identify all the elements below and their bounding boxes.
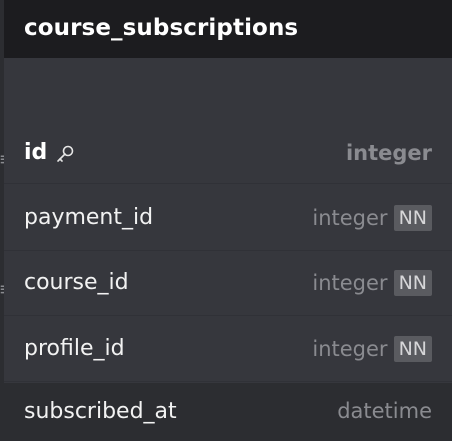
column-type: integer <box>345 140 432 165</box>
column-row-payment-id[interactable]: payment_id integer NN <box>4 185 452 251</box>
column-type: integer <box>312 270 388 295</box>
column-row-course-id[interactable]: course_id integer NN <box>4 250 452 316</box>
not-null-badge: NN <box>393 204 432 231</box>
table-card-course-subscriptions[interactable]: course_subscriptions id integer payment_… <box>4 0 452 424</box>
column-name: course_id <box>24 270 129 295</box>
column-type: datetime <box>337 399 432 423</box>
column-type: integer <box>312 336 388 361</box>
column-row-profile-id[interactable]: profile_id integer NN <box>4 316 452 382</box>
column-name: payment_id <box>24 205 154 230</box>
not-null-badge: NN <box>393 269 432 296</box>
column-type: integer <box>312 205 388 230</box>
table-header[interactable]: course_subscriptions <box>4 0 452 58</box>
column-name: subscribed_at <box>24 398 177 424</box>
not-null-badge: NN <box>393 335 432 362</box>
column-row-id[interactable]: id integer <box>4 122 452 184</box>
column-name: id <box>24 140 48 165</box>
table-title: course_subscriptions <box>24 15 299 41</box>
column-name: profile_id <box>24 336 125 361</box>
key-icon <box>55 144 75 164</box>
column-row-subscribed-at[interactable]: subscribed_at datetime <box>4 381 452 441</box>
